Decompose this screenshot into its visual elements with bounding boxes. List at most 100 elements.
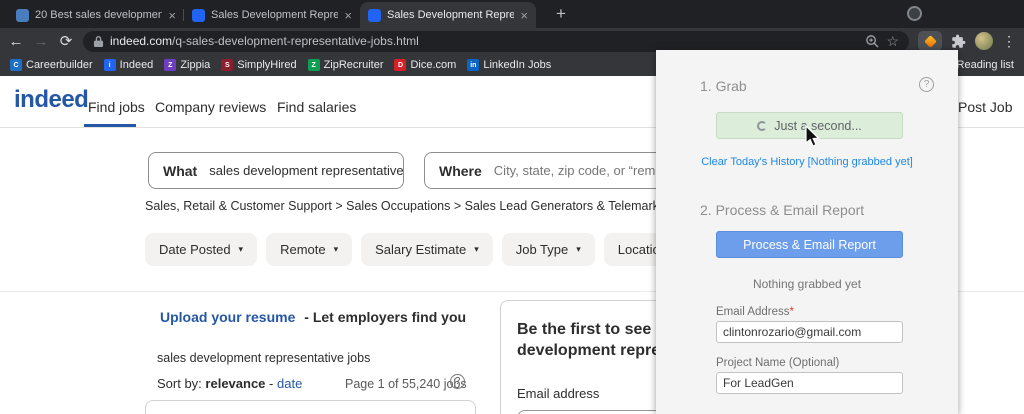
record-indicator-icon[interactable] <box>907 6 922 21</box>
chevron-down-icon: ▾ <box>576 244 581 255</box>
sort-controls: Sort by: relevance - date <box>157 376 302 391</box>
filter-label: Date Posted <box>159 242 231 257</box>
required-asterisk: * <box>790 306 794 318</box>
filter-label: Job Type <box>516 242 569 257</box>
step2-title: 2. Process & Email Report <box>700 202 864 218</box>
close-tab-icon[interactable]: × <box>344 8 352 23</box>
breadcrumb[interactable]: Sales, Retail & Customer Support > Sales… <box>145 199 687 213</box>
indeed-logo[interactable]: indeed <box>14 86 88 114</box>
reload-button[interactable]: ⟳ <box>58 34 74 49</box>
diamond-icon <box>924 35 937 48</box>
back-button[interactable]: ← <box>8 34 24 49</box>
nav-find-jobs[interactable]: Find jobs <box>88 99 145 115</box>
bookmark-label: Dice.com <box>410 59 456 71</box>
filter-label: Remote <box>280 242 326 257</box>
careerbuilder-favicon: C <box>10 59 22 71</box>
bookmark-zippia[interactable]: Z Zippia <box>164 59 210 71</box>
upload-resume-link[interactable]: Upload your resume <box>160 309 295 325</box>
page-favicon <box>192 9 205 22</box>
bookmark-star-icon[interactable]: ☆ <box>886 34 899 48</box>
simplyhired-favicon: S <box>221 59 233 71</box>
bookmark-label: Zippia <box>180 59 210 71</box>
sort-separator: - <box>269 376 273 391</box>
browser-menu-icon[interactable]: ⋮ <box>1002 34 1016 48</box>
linkedin-favicon: in <box>467 59 479 71</box>
tab-1[interactable]: 20 Best sales development repre × <box>8 2 184 28</box>
bookmark-label: Indeed <box>120 59 154 71</box>
close-tab-icon[interactable]: × <box>168 8 176 23</box>
ziprecruiter-favicon: Z <box>308 59 320 71</box>
upload-resume-text: - Let employers find you <box>304 309 466 325</box>
chevron-down-icon: ▾ <box>474 244 479 255</box>
close-tab-icon[interactable]: × <box>520 8 528 23</box>
tab-title: Sales Development Representati <box>387 9 514 21</box>
page-favicon <box>16 9 29 22</box>
tab-2[interactable]: Sales Development Representati × <box>184 2 360 28</box>
chevron-down-icon: ▾ <box>239 244 244 255</box>
job-card[interactable] <box>145 400 476 414</box>
sort-date-link[interactable]: date <box>277 376 302 391</box>
clear-history-link[interactable]: Clear Today's History [Nothing grabbed y… <box>656 156 958 168</box>
bookmark-label: LinkedIn Jobs <box>483 59 551 71</box>
step1-title: 1. Grab <box>700 78 747 94</box>
what-search-field[interactable]: What sales development representative <box>148 152 404 189</box>
filter-remote[interactable]: Remote ▾ <box>266 233 352 266</box>
bookmark-simplyhired[interactable]: S SimplyHired <box>221 59 296 71</box>
page-count-info: Page 1 of 55,240 jobs <box>345 377 467 391</box>
nav-find-salaries[interactable]: Find salaries <box>277 99 356 115</box>
bookmark-label: ZipRecruiter <box>324 59 384 71</box>
bookmark-label: Careerbuilder <box>26 59 93 71</box>
tab-bar: 20 Best sales development repre × Sales … <box>0 0 1024 28</box>
bookmark-dice[interactable]: D Dice.com <box>394 59 456 71</box>
bookmark-indeed[interactable]: i Indeed <box>104 59 154 71</box>
profile-avatar[interactable] <box>975 32 993 50</box>
filter-date-posted[interactable]: Date Posted ▾ <box>145 233 257 266</box>
url-text: indeed.com/q-sales-development-represent… <box>110 34 419 48</box>
panel-help-icon[interactable]: ? <box>919 77 934 92</box>
browser-window: 20 Best sales development repre × Sales … <box>0 0 1024 414</box>
reading-list-label: Reading list <box>957 59 1014 71</box>
sort-by-label: Sort by: <box>157 376 202 391</box>
filter-label: Salary Estimate <box>375 242 466 257</box>
zippia-favicon: Z <box>164 59 176 71</box>
new-tab-button[interactable]: + <box>556 4 566 24</box>
leadgrabber-extension-icon[interactable] <box>918 31 942 51</box>
email-input[interactable] <box>716 321 903 343</box>
bookmark-careerbuilder[interactable]: C Careerbuilder <box>10 59 93 71</box>
page-favicon <box>368 9 381 22</box>
active-nav-underline <box>84 124 136 127</box>
panel-status-text: Nothing grabbed yet <box>656 277 958 291</box>
upload-resume-banner: Upload your resume - Let employers find … <box>160 309 466 325</box>
what-value: sales development representative <box>209 163 403 178</box>
project-name-label: Project Name (Optional) <box>716 357 839 369</box>
bookmark-label: SimplyHired <box>237 59 296 71</box>
nav-company-reviews[interactable]: Company reviews <box>155 99 266 115</box>
results-help-icon[interactable]: ? <box>450 374 465 389</box>
zoom-icon[interactable] <box>865 34 880 49</box>
indeed-favicon: i <box>104 59 116 71</box>
where-search-field[interactable]: Where City, state, zip code, or “remote” <box>424 152 686 189</box>
email-address-label: Email Address* <box>716 306 794 318</box>
mouse-cursor <box>803 125 821 149</box>
lock-icon <box>93 35 104 48</box>
tab-title: Sales Development Representati <box>211 9 338 21</box>
filter-job-type[interactable]: Job Type ▾ <box>502 233 595 266</box>
bookmark-ziprecruiter[interactable]: Z ZipRecruiter <box>308 59 384 71</box>
leadgrabber-panel: 1. Grab ? Just a second... Clear Today's… <box>656 50 958 414</box>
where-label: Where <box>439 163 482 179</box>
email-label-text: Email Address <box>716 306 790 318</box>
address-bar[interactable]: indeed.com/q-sales-development-represent… <box>83 31 909 52</box>
sort-relevance[interactable]: relevance <box>205 376 265 391</box>
process-email-button[interactable]: Process & Email Report <box>716 231 903 258</box>
spinner-icon <box>757 121 767 131</box>
tab-3-active[interactable]: Sales Development Representati × <box>360 2 536 28</box>
forward-button[interactable]: → <box>33 34 49 49</box>
tab-title: 20 Best sales development repre <box>35 9 162 21</box>
bookmark-linkedin-jobs[interactable]: in LinkedIn Jobs <box>467 59 551 71</box>
filter-salary-estimate[interactable]: Salary Estimate ▾ <box>361 233 493 266</box>
extensions-puzzle-icon[interactable] <box>951 34 966 49</box>
project-name-input[interactable] <box>716 372 903 394</box>
post-job-link[interactable]: Post Job <box>958 99 1012 115</box>
results-subtitle: sales development representative jobs <box>157 351 370 365</box>
dice-favicon: D <box>394 59 406 71</box>
